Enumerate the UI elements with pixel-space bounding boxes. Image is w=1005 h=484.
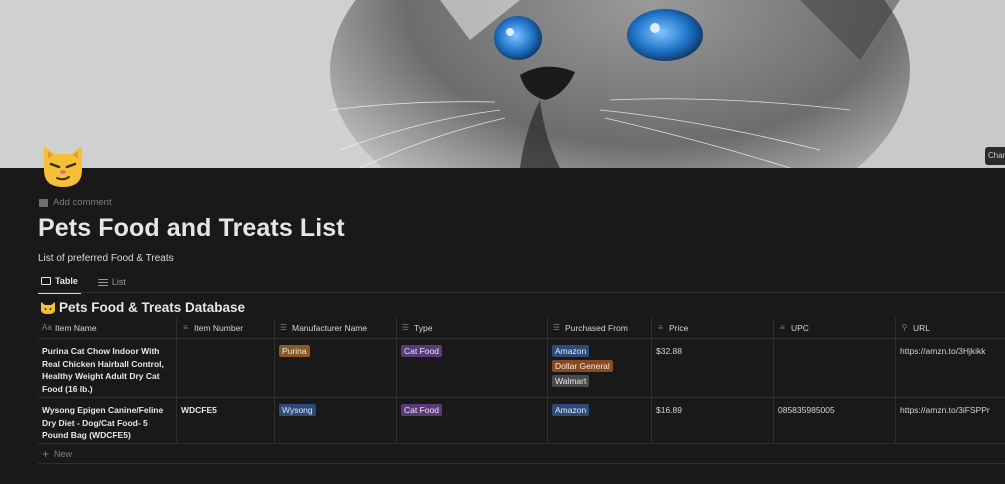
price-cell[interactable]: $32.88 [652, 339, 774, 397]
manufacturer-tag: Wysong [279, 404, 316, 416]
cat-face-smirk-icon[interactable] [38, 140, 88, 190]
upc-cell[interactable]: 085835985005 [774, 398, 896, 443]
list-icon: ☰ [401, 323, 410, 332]
store-tag: Walmart [552, 375, 590, 387]
column-header-upc[interactable]: ≡ UPC [774, 318, 896, 338]
table-icon [41, 277, 51, 285]
purchased-from-cell[interactable]: Amazon [548, 398, 652, 443]
title-Aa-icon: Aa [42, 323, 52, 332]
column-label: Item Number [194, 322, 244, 333]
manufacturer-tag: Purina [279, 345, 310, 357]
purchased-from-cell[interactable]: Amazon Dollar General Walmart [548, 339, 652, 397]
view-tabs: Table List [38, 273, 129, 294]
column-header-url[interactable]: ⚲ URL [896, 318, 1005, 338]
divider [38, 292, 1005, 293]
plus-icon: + [42, 446, 50, 461]
database-table: Aa Item Name ≡ Item Number ☰ Manufacturer N… [38, 318, 1005, 464]
column-label: Purchased From [565, 322, 628, 333]
type-tag: Cat Food [401, 404, 442, 416]
text-lines-icon: ≡ [183, 323, 188, 332]
add-comment-button[interactable]: Add comment [39, 197, 112, 208]
table-row[interactable]: Purina Cat Chow Indoor With Real Chicken… [38, 339, 1005, 398]
type-tag: Cat Food [401, 345, 442, 357]
item-number-cell[interactable]: WDCFE5 [177, 398, 275, 443]
tab-list[interactable]: List [95, 273, 129, 294]
type-cell[interactable]: Cat Food [397, 398, 548, 443]
column-header-price[interactable]: ≡ Price [652, 318, 774, 338]
column-header-manufacturer[interactable]: ☰ Manufacturer Name [275, 318, 397, 338]
store-tag: Dollar General [552, 360, 613, 372]
column-label: Price [669, 322, 689, 333]
page-description[interactable]: List of preferred Food & Treats [38, 253, 174, 264]
list-icon: ☰ [552, 323, 561, 332]
tab-list-label: List [111, 277, 126, 287]
link-icon: ⚲ [901, 323, 908, 332]
upc-cell[interactable] [774, 339, 896, 397]
url-cell[interactable]: https://amzn.to/3Hjkikk [896, 339, 1005, 397]
new-row-label: New [54, 448, 73, 459]
page-title[interactable]: Pets Food and Treats List [38, 214, 345, 243]
text-lines-icon: ≡ [780, 323, 785, 332]
cat-photo [0, 0, 1005, 168]
manufacturer-cell[interactable]: Wysong [275, 398, 397, 443]
column-label: Item Name [55, 322, 97, 333]
manufacturer-cell[interactable]: Purina [275, 339, 397, 397]
column-label: Manufacturer Name [292, 322, 368, 333]
add-new-row-button[interactable]: + New [38, 444, 1005, 464]
add-comment-label: Add comment [53, 197, 112, 208]
cat-icon [41, 301, 55, 314]
column-header-item-name[interactable]: Aa Item Name [38, 318, 177, 338]
column-header-item-number[interactable]: ≡ Item Number [177, 318, 275, 338]
tab-table[interactable]: Table [38, 273, 81, 294]
comment-icon [39, 198, 48, 207]
column-label: UPC [791, 322, 809, 333]
column-header-purchased-from[interactable]: ☰ Purchased From [548, 318, 652, 338]
store-tag: Amazon [552, 345, 590, 357]
column-label: URL [913, 322, 931, 333]
cover-image: Change cover [0, 0, 1005, 168]
database-title[interactable]: Pets Food & Treats Database [40, 300, 245, 315]
price-cell[interactable]: $16.89 [652, 398, 774, 443]
item-number-cell[interactable] [177, 339, 275, 397]
type-cell[interactable]: Cat Food [397, 339, 548, 397]
store-tag: Amazon [552, 404, 590, 416]
url-cell[interactable]: https://amzn.to/3iFSPPr [896, 398, 1005, 443]
list-icon [97, 278, 108, 286]
list-icon: ☰ [279, 323, 288, 332]
item-name-cell[interactable]: Wysong Epigen Canine/Feline Dry Diet - D… [38, 398, 177, 443]
tab-table-label: Table [55, 276, 78, 286]
change-cover-button[interactable]: Change cover [985, 147, 1005, 165]
text-lines-icon: ≡ [658, 323, 663, 332]
item-name-cell[interactable]: Purina Cat Chow Indoor With Real Chicken… [38, 339, 177, 397]
column-label: Type [414, 322, 433, 333]
table-row[interactable]: Wysong Epigen Canine/Feline Dry Diet - D… [38, 398, 1005, 444]
database-title-text: Pets Food & Treats Database [59, 300, 246, 315]
table-header: Aa Item Name ≡ Item Number ☰ Manufacturer N… [38, 318, 1005, 339]
column-header-type[interactable]: ☰ Type [397, 318, 548, 338]
